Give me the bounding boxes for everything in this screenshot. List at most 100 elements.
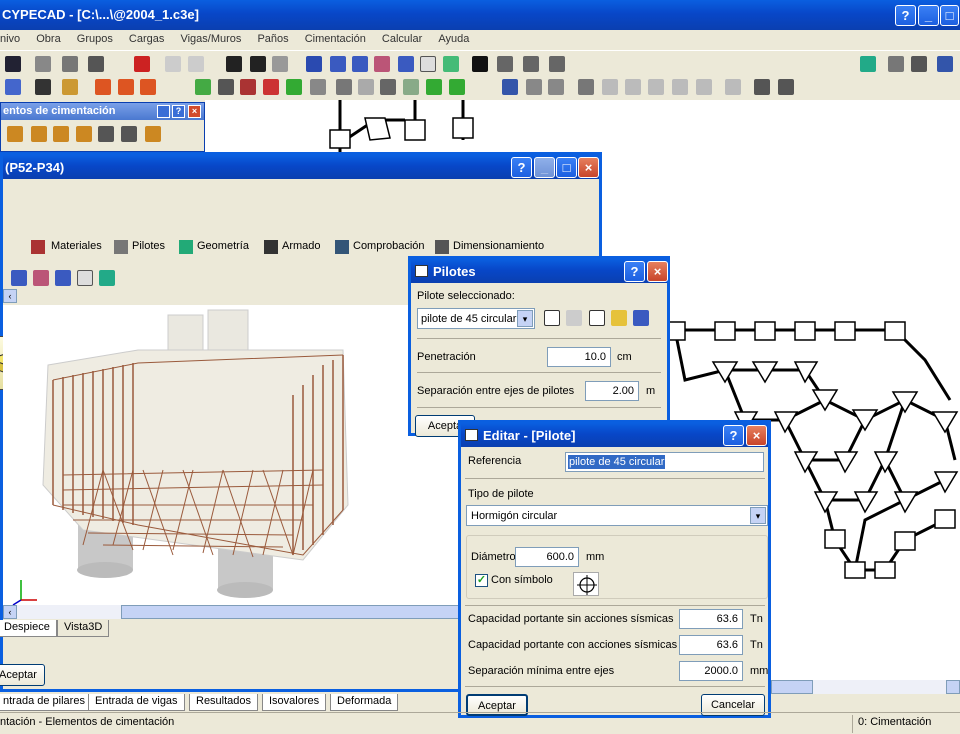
tool-icon[interactable] (140, 79, 156, 95)
capacidad-con-field[interactable]: 63.6 (679, 635, 743, 655)
element-tool-icon[interactable] (31, 126, 47, 142)
pile-cap-help-button[interactable]: ? (511, 157, 532, 178)
zoom-previous-icon[interactable] (352, 56, 368, 72)
referencia-field[interactable]: pilote de 45 circular (565, 452, 764, 472)
tool-icon[interactable] (35, 79, 51, 95)
globe-icon[interactable] (860, 56, 876, 72)
scroll-thumb[interactable] (771, 680, 813, 694)
axis-icon[interactable] (549, 56, 565, 72)
tool-icon[interactable] (62, 56, 78, 72)
panel-pin-icon[interactable] (157, 105, 170, 118)
view-icon[interactable] (99, 270, 115, 286)
pilotes-help-button[interactable]: ? (624, 261, 645, 282)
tool-icon[interactable] (358, 79, 374, 95)
tool-icon[interactable] (88, 56, 104, 72)
diametro-field[interactable]: 600.0 (515, 547, 579, 567)
element-tool-icon[interactable] (98, 126, 114, 142)
minimize-button[interactable]: _ (918, 5, 939, 26)
tab-comprobacion[interactable]: Comprobación (353, 240, 425, 252)
zoom-window-icon[interactable] (330, 56, 346, 72)
tool-icon[interactable] (625, 79, 641, 95)
tool-icon[interactable] (5, 79, 21, 95)
panel-help-icon[interactable]: ? (172, 105, 185, 118)
tool-icon[interactable] (35, 56, 51, 72)
tool-icon[interactable] (403, 79, 419, 95)
tab-isovalores[interactable]: Isovalores (262, 694, 327, 711)
zoom-icon[interactable] (306, 56, 322, 72)
tool-icon[interactable] (526, 79, 542, 95)
arrow-updown-icon[interactable] (250, 56, 266, 72)
tool-icon[interactable] (240, 79, 256, 95)
menu-calcular[interactable]: Calcular (382, 33, 422, 45)
view-icon[interactable] (443, 56, 459, 72)
menu-ayuda[interactable]: Ayuda (438, 33, 469, 45)
tab-entrada-vigas[interactable]: Entrada de vigas (88, 694, 185, 711)
tool-icon[interactable] (218, 79, 234, 95)
arrow-down-icon[interactable] (272, 56, 288, 72)
menu-panos[interactable]: Paños (257, 33, 288, 45)
tab-pilotes[interactable]: Pilotes (132, 240, 165, 252)
zoom-out-icon[interactable] (55, 270, 71, 286)
tool-icon[interactable] (426, 79, 442, 95)
arrow-up-icon[interactable] (226, 56, 242, 72)
tool-icon[interactable] (62, 79, 78, 95)
tool-icon[interactable] (548, 79, 564, 95)
undo-icon[interactable] (165, 56, 181, 72)
tab-materiales[interactable]: Materiales (51, 240, 102, 252)
zoom-in-icon[interactable] (11, 270, 27, 286)
tool-icon[interactable] (502, 79, 518, 95)
binoculars-icon[interactable] (472, 56, 488, 72)
tab-despiece[interactable]: Despiece (0, 620, 57, 637)
library-icon[interactable] (633, 310, 649, 326)
tool-icon[interactable] (118, 79, 134, 95)
panel-close-icon[interactable]: × (188, 105, 201, 118)
editar-help-button[interactable]: ? (723, 425, 744, 446)
tab-armado[interactable]: Armado (282, 240, 321, 252)
tool-icon[interactable] (195, 79, 211, 95)
tool-icon[interactable] (778, 79, 794, 95)
help-button[interactable]: ? (895, 5, 916, 26)
tab-vista3d[interactable]: Vista3D (57, 620, 110, 637)
add-pile-icon[interactable] (544, 310, 560, 326)
menu-vigas-muros[interactable]: Vigas/Muros (180, 33, 241, 45)
hand-icon[interactable] (420, 56, 436, 72)
pile-cap-close-button[interactable]: × (578, 157, 599, 178)
axis-icon[interactable] (497, 56, 513, 72)
copy-pile-icon[interactable] (589, 310, 605, 326)
tool-icon[interactable] (380, 79, 396, 95)
maximize-button[interactable]: □ (940, 5, 959, 26)
printer-icon[interactable] (911, 56, 927, 72)
con-simbolo-checkbox[interactable]: ✓ (475, 574, 488, 587)
tool-icon[interactable] (263, 79, 279, 95)
menu-archivo[interactable]: nivo (0, 33, 20, 45)
tool-icon[interactable] (672, 79, 688, 95)
element-tool-icon[interactable] (121, 126, 137, 142)
hand-icon[interactable] (77, 270, 93, 286)
pile-cap-maximize-button[interactable]: □ (556, 157, 577, 178)
chevron-down-icon[interactable]: ▾ (517, 310, 533, 327)
layers-icon[interactable] (888, 56, 904, 72)
tool-icon[interactable] (696, 79, 712, 95)
tab-deformada[interactable]: Deformada (330, 694, 399, 711)
pencil-icon[interactable] (374, 56, 390, 72)
scroll-thumb[interactable] (121, 605, 461, 619)
element-tool-icon[interactable] (145, 126, 161, 142)
chevron-down-icon[interactable]: ▾ (750, 507, 766, 524)
tab-geometria[interactable]: Geometría (197, 240, 249, 252)
tool-icon[interactable] (602, 79, 618, 95)
tab-dimensionamiento[interactable]: Dimensionamiento (453, 240, 544, 252)
open-folder-icon[interactable] (611, 310, 627, 326)
tool-icon[interactable] (754, 79, 770, 95)
tool-icon[interactable] (336, 79, 352, 95)
pilotes-close-button[interactable]: × (647, 261, 668, 282)
scroll-left-arrow[interactable]: ‹ (3, 289, 17, 303)
menu-obra[interactable]: Obra (36, 33, 60, 45)
axis-icon[interactable] (523, 56, 539, 72)
zoom-out-icon[interactable] (398, 56, 414, 72)
tool-icon[interactable] (95, 79, 111, 95)
pilote-select[interactable]: pilote de 45 circular ▾ (417, 308, 535, 329)
capacidad-sin-field[interactable]: 63.6 (679, 609, 743, 629)
menu-cargas[interactable]: Cargas (129, 33, 164, 45)
tab-resultados[interactable]: Resultados (189, 694, 259, 711)
tool-icon[interactable] (310, 79, 326, 95)
